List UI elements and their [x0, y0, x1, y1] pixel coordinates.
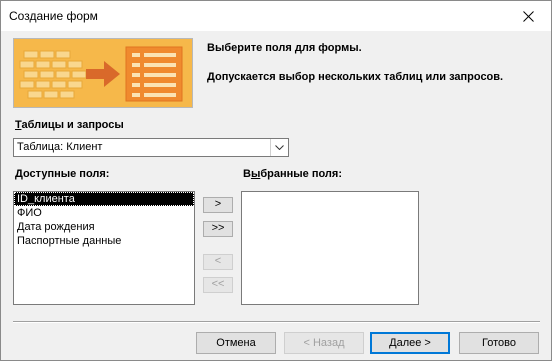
available-label-hotkey: Д — [15, 168, 23, 180]
list-item[interactable]: Дата рождения — [14, 220, 194, 234]
next-button[interactable]: Далее > — [370, 332, 450, 354]
close-icon — [523, 11, 534, 22]
close-button[interactable] — [506, 1, 551, 31]
list-item[interactable]: ID_клиента — [14, 192, 194, 206]
available-label-rest: оступные поля: — [22, 168, 110, 180]
selected-fields-list[interactable] — [241, 191, 419, 305]
finish-button[interactable]: Готово — [459, 332, 539, 354]
instruction-secondary: Допускается выбор нескольких таблиц или … — [207, 71, 504, 83]
form-wizard-illustration — [14, 39, 192, 107]
instruction-primary: Выберите поля для формы. — [207, 42, 362, 54]
title-bar[interactable]: Создание форм — [1, 1, 551, 31]
form-wizard-dialog: Создание форм Выберите поля для формы. Д… — [0, 0, 552, 361]
remove-all-fields-button[interactable]: << — [203, 277, 233, 293]
selected-label-rest: бранные поля: — [260, 168, 343, 180]
wizard-banner — [13, 38, 193, 108]
chevron-down-icon — [275, 145, 284, 150]
combobox-dropdown-button[interactable] — [270, 139, 288, 156]
add-field-button[interactable]: > — [203, 197, 233, 213]
tables-queries-combobox[interactable]: Таблица: Клиент — [13, 138, 289, 157]
selected-label-prefix: В — [243, 168, 251, 180]
footer-separator — [13, 321, 540, 323]
tables-label-rest: аблицы и запросы — [21, 119, 124, 131]
remove-field-button[interactable]: < — [203, 254, 233, 270]
cancel-button[interactable]: Отмена — [196, 332, 276, 354]
available-fields-label: Доступные поля: — [15, 168, 109, 180]
available-fields-list[interactable]: ID_клиента ФИО Дата рождения Паспортные … — [13, 191, 195, 305]
back-button[interactable]: < Назад — [284, 332, 364, 354]
list-item[interactable]: ФИО — [14, 206, 194, 220]
combobox-value: Таблица: Клиент — [17, 141, 103, 153]
tables-queries-label: Таблицы и запросы — [15, 119, 124, 131]
selected-fields-label: Выбранные поля: — [243, 168, 342, 180]
list-item[interactable]: Паспортные данные — [14, 234, 194, 248]
selected-label-hotkey: ы — [250, 168, 261, 180]
add-all-fields-button[interactable]: >> — [203, 221, 233, 237]
window-title: Создание форм — [9, 9, 98, 23]
